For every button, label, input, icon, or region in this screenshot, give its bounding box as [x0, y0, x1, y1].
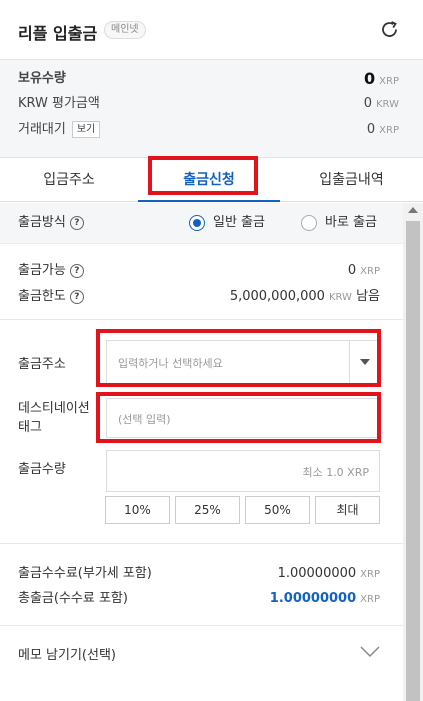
- tab-deposit-address[interactable]: 입금주소: [0, 158, 138, 202]
- krw-unit: KRW: [376, 99, 399, 110]
- pending-row: 거래대기 보기 0 XRP: [18, 120, 399, 140]
- address-select[interactable]: 입력하거나 선택하세요: [106, 340, 380, 384]
- chevron-down-icon[interactable]: [349, 341, 379, 383]
- scrollbar[interactable]: [403, 203, 423, 701]
- limit-value: 5,000,000,000: [229, 289, 325, 304]
- tag-label-line2: 태그: [18, 420, 42, 435]
- tab-history[interactable]: 입출금내역: [280, 158, 423, 202]
- tab-withdraw-request[interactable]: 출금신청: [138, 158, 280, 202]
- krw-value: 0: [363, 96, 372, 111]
- percent-10-button[interactable]: 10%: [105, 496, 170, 524]
- max-button[interactable]: 최대: [315, 496, 380, 524]
- method-row: 출금방식? 일반 출금 바로 출금: [0, 203, 403, 243]
- refresh-icon[interactable]: [380, 20, 400, 40]
- address-label: 출금주소: [18, 357, 66, 372]
- holding-unit: XRP: [379, 76, 399, 87]
- header: 리플 입출금 메인넷: [0, 0, 423, 60]
- holding-value: 0: [364, 69, 376, 88]
- scroll-thumb[interactable]: [406, 221, 420, 701]
- fee-section: 출금수수료(부가세 포함) 1.00000000 XRP 총출금(수수료 포함) …: [0, 543, 403, 625]
- availability-section: 출금가능? 0 XRP 출금한도? 5,000,000,000 KRW 남음: [0, 243, 403, 319]
- memo-label: 메모 남기기(선택): [18, 648, 116, 663]
- address-placeholder: 입력하거나 선택하세요: [118, 357, 223, 370]
- percent-50-button[interactable]: 50%: [245, 496, 310, 524]
- percent-25-button[interactable]: 25%: [175, 496, 240, 524]
- radio-selected-icon: [189, 215, 205, 231]
- tab-bar: 입금주소 출금신청 입출금내역: [0, 158, 423, 202]
- chevron-down-icon[interactable]: [360, 646, 380, 658]
- page-title: 리플 입출금: [18, 24, 98, 43]
- scroll-up-icon[interactable]: [408, 207, 418, 213]
- fee-value: 1.00000000: [277, 566, 357, 581]
- withdraw-form: 출금방식? 일반 출금 바로 출금 출금가능? 0 XRP 출금한도? 5,000…: [0, 203, 403, 701]
- amount-field[interactable]: 최소 1.0 XRP: [106, 450, 380, 492]
- limit-label: 출금한도: [18, 289, 66, 304]
- holding-row: 보유수량 0 XRP: [18, 69, 399, 89]
- available-value: 0: [347, 263, 357, 278]
- pending-label: 거래대기: [18, 122, 66, 137]
- pending-unit: XRP: [379, 125, 399, 136]
- available-unit: XRP: [360, 266, 380, 277]
- input-section: 출금주소 입력하거나 선택하세요 데스티네이션 태그 (선택 입력) 출금수량 …: [0, 319, 403, 564]
- limit-unit: KRW: [328, 292, 352, 303]
- holding-label: 보유수량: [18, 71, 66, 86]
- total-label: 총출금(수수료 포함): [18, 591, 128, 606]
- network-badge: 메인넷: [104, 21, 146, 39]
- amount-label: 출금수량: [18, 462, 66, 477]
- method-label: 출금방식: [18, 215, 66, 230]
- pending-value: 0: [366, 122, 376, 137]
- tag-label-line1: 데스티네이션: [18, 401, 90, 416]
- fee-unit: XRP: [360, 569, 380, 580]
- view-pending-button[interactable]: 보기: [71, 121, 101, 138]
- total-unit: XRP: [360, 594, 380, 605]
- help-icon[interactable]: ?: [69, 216, 84, 230]
- radio-unselected-icon: [301, 215, 317, 231]
- amount-placeholder: 최소 1.0 XRP: [302, 466, 369, 479]
- limit-suffix: 남음: [356, 289, 380, 304]
- fee-label: 출금수수료(부가세 포함): [18, 566, 152, 581]
- total-value: 1.00000000: [269, 591, 357, 606]
- available-label: 출금가능: [18, 263, 66, 278]
- holdings-summary: 보유수량 0 XRP KRW 평가금액 0 KRW 거래대기 보기 0 XRP: [0, 60, 423, 158]
- help-icon[interactable]: ?: [69, 264, 84, 278]
- tag-placeholder: (선택 입력): [118, 413, 171, 426]
- krw-row: KRW 평가금액 0 KRW: [18, 94, 399, 114]
- krw-label: KRW 평가금액: [18, 96, 100, 111]
- memo-toggle[interactable]: 메모 남기기(선택): [0, 625, 403, 685]
- destination-tag-field[interactable]: (선택 입력): [106, 398, 380, 438]
- help-icon[interactable]: ?: [69, 290, 84, 304]
